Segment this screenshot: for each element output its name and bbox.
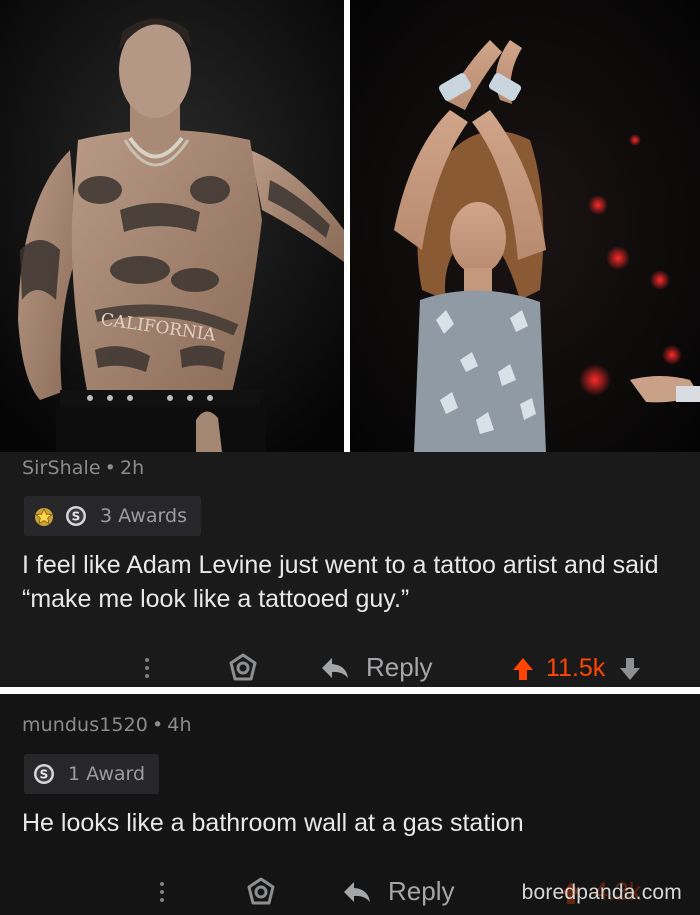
comment-username[interactable]: mundus1520 <box>22 714 148 736</box>
svg-text:S: S <box>72 510 81 524</box>
comment-body: I feel like Adam Levine just went to a t… <box>22 551 659 613</box>
reply-arrow-icon <box>322 657 348 678</box>
svg-text:S: S <box>40 768 49 782</box>
reply-label: Reply <box>388 876 455 906</box>
tattooed-man-illustration: CALIFORNIA <box>0 0 344 452</box>
more-options-icon[interactable] <box>152 875 172 909</box>
comment-card: SirShale • 2h S 3 Awards I feel like Adam … <box>0 452 700 687</box>
gold-star-award-icon <box>32 504 56 528</box>
award-give-icon[interactable] <box>226 651 260 685</box>
upvote-arrow-icon[interactable] <box>512 657 534 681</box>
comment-username[interactable]: SirShale <box>22 457 101 479</box>
performer-illustration <box>350 0 700 452</box>
photo-tattooed-man: CALIFORNIA <box>0 0 344 452</box>
comment-actions: Reply 11.5k <box>0 648 700 688</box>
meta-separator: • <box>104 457 116 479</box>
awards-count: 3 Awards <box>100 505 187 527</box>
photo-performer <box>350 0 700 452</box>
awards-count: 1 Award <box>68 763 146 785</box>
meta-separator: • <box>151 714 164 736</box>
more-options-icon[interactable] <box>137 651 157 685</box>
boredpanda-watermark: boredpanda.com <box>521 881 682 904</box>
vote-score: 11.5k <box>546 654 606 682</box>
comment-divider <box>0 687 700 694</box>
photo-collage: CALIFORNIA <box>0 0 700 452</box>
comment-meta: SirShale • 2h <box>22 457 144 479</box>
comment-body: He looks like a bathroom wall at a gas s… <box>22 809 524 837</box>
reply-label: Reply <box>366 652 433 682</box>
awards-badge[interactable]: S 3 Awards <box>24 496 201 536</box>
downvote-arrow-icon[interactable] <box>619 657 641 681</box>
comment-card: mundus1520 • 4h S 1 Award He looks like a … <box>0 694 700 915</box>
awards-badge[interactable]: S 1 Award <box>24 754 160 794</box>
comment-meta: mundus1520 • 4h <box>22 714 192 736</box>
vote-controls: 11.5k <box>512 654 641 683</box>
silver-coin-award-icon: S <box>64 504 88 528</box>
comment-age: 2h <box>119 457 145 479</box>
reply-button[interactable]: Reply <box>342 876 454 907</box>
reply-button[interactable]: Reply <box>320 652 432 683</box>
reply-arrow-icon <box>344 881 370 902</box>
award-give-icon[interactable] <box>244 875 278 909</box>
silver-coin-award-icon: S <box>32 762 56 786</box>
comment-age: 4h <box>167 714 192 736</box>
